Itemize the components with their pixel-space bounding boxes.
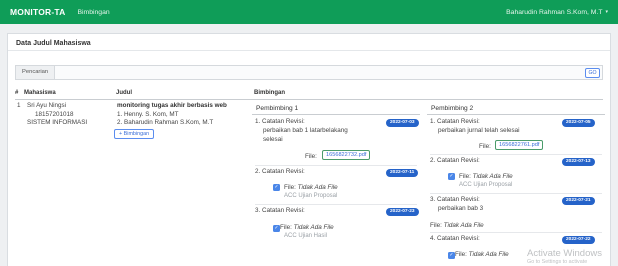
p1-rev3-date-badge: 2022-07-23 <box>386 208 419 216</box>
pembimbing-2-divider <box>427 114 605 115</box>
card-title: Data Judul Mahasiswa <box>8 34 610 51</box>
header-no: # <box>15 90 19 96</box>
user-menu[interactable]: Baharudin Rahman S.Kom, M.T ▾ <box>506 9 608 16</box>
thesis-title: monitoring tugas akhir berbasis web <box>117 102 227 109</box>
p1-rev1-date-badge: 2022-07-03 <box>386 119 419 127</box>
p1-rev3-label: 3. Catatan Revisi: <box>255 207 305 214</box>
add-bimbingan-button[interactable]: + Bimbingan <box>114 129 155 139</box>
check-icon: ✓ <box>448 252 455 259</box>
p2-rev3-date-badge: 2022-07-21 <box>562 197 595 205</box>
chevron-down-icon: ▾ <box>605 9 608 15</box>
p2-rev3-file: File: Tidak Ada File <box>430 222 484 229</box>
p2-rev4-label: 4. Catatan Revisi: <box>430 235 480 242</box>
header-divider <box>15 99 603 100</box>
p2-rev2-file: File: Tidak Ada File <box>459 172 513 180</box>
nav-link-bimbingan[interactable]: Bimbingan <box>78 9 110 16</box>
check-icon: ✓ <box>273 184 280 191</box>
p2-rev1-text-1: perbaikan jurnal telah selesai <box>438 127 520 134</box>
p1-rev1-file-label: File: <box>305 153 317 160</box>
pembimbing-1-divider <box>252 114 420 115</box>
header-mahasiswa: Mahasiswa <box>24 90 56 96</box>
student-nim: 18157201018 <box>35 110 74 118</box>
p2-rev2-label: 2. Catatan Revisi: <box>430 157 480 164</box>
p1-rev1-label: 1. Catatan Revisi: <box>255 118 305 125</box>
pembimbing-1-title: Pembimbing 1 <box>256 105 299 112</box>
p1-rev1-text-2: selesai <box>263 135 283 143</box>
go-button[interactable]: GO <box>585 68 600 78</box>
p2-sep-2 <box>430 193 602 194</box>
p2-rev1-label: 1. Catatan Revisi: <box>430 118 480 125</box>
p1-rev2-status: ACC Ujian Proposal <box>284 192 338 199</box>
row-number: 1 <box>17 102 21 109</box>
p1-rev2-date-badge: 2022-07-11 <box>386 169 419 177</box>
supervisor-2: 2. Baharudin Rahman S.Kom, M.T <box>117 119 214 126</box>
search-input[interactable] <box>66 67 580 78</box>
p1-rev2-label: 2. Catatan Revisi: <box>255 168 305 175</box>
p2-sep-1 <box>430 154 602 155</box>
p2-rev3-text-1: perbaikan bab 3 <box>438 205 484 212</box>
activation-watermark-subtitle: Go to Settings to activate <box>527 259 588 265</box>
check-icon: ✓ <box>273 225 280 232</box>
search-bar: Pencarian GO <box>15 65 603 80</box>
user-name: Baharudin Rahman S.Kom, M.T <box>506 8 603 16</box>
p1-rev1-file-link[interactable]: 1656822732.pdf <box>322 150 371 160</box>
p2-rev3-label: 3. Catatan Revisi: <box>430 196 480 203</box>
p1-sep-1 <box>255 165 417 166</box>
header-bimbingan: Bimbingan <box>254 90 285 96</box>
p1-rev3-file: File: Tidak Ada File <box>280 224 334 231</box>
p1-sep-2 <box>255 204 417 205</box>
data-judul-card: Data Judul Mahasiswa Pencarian GO # Maha… <box>7 33 611 266</box>
search-tab[interactable]: Pencarian <box>16 66 56 79</box>
header-judul: Judul <box>116 90 132 96</box>
p1-rev1-text-1: perbaikan bab 1 latarbelakang <box>263 127 348 134</box>
p2-rev1-date-badge: 2022-07-05 <box>562 119 595 127</box>
p2-rev2-status: ACC Ujian Proposal <box>459 181 513 188</box>
p2-rev1-file-label: File: <box>479 143 491 150</box>
navbar: MONITOR-TA Bimbingan Baharudin Rahman S.… <box>0 0 618 24</box>
p1-rev3-status: ACC Ujian Hasil <box>284 233 328 239</box>
activation-watermark-title: Activate Windows <box>527 248 602 259</box>
p2-rev1-file-link[interactable]: 1656822761.pdf <box>495 140 544 150</box>
p2-rev4-date-badge: 2022-07-22 <box>562 236 595 244</box>
brand-logo[interactable]: MONITOR-TA <box>10 7 66 17</box>
p2-sep-3 <box>430 232 602 233</box>
pembimbing-2-title: Pembimbing 2 <box>431 105 474 112</box>
p1-rev2-file: File: Tidak Ada File <box>284 183 338 191</box>
p2-rev4-file: File: Tidak Ada File <box>455 251 509 258</box>
check-icon: ✓ <box>448 173 455 180</box>
student-name: Sri Ayu Ningsi <box>27 102 67 109</box>
p2-rev2-date-badge: 2022-07-13 <box>562 158 595 166</box>
student-prodi: SISTEM INFORMASI <box>27 119 88 126</box>
supervisor-1: 1. Henny. S. Kom, MT <box>117 110 179 118</box>
